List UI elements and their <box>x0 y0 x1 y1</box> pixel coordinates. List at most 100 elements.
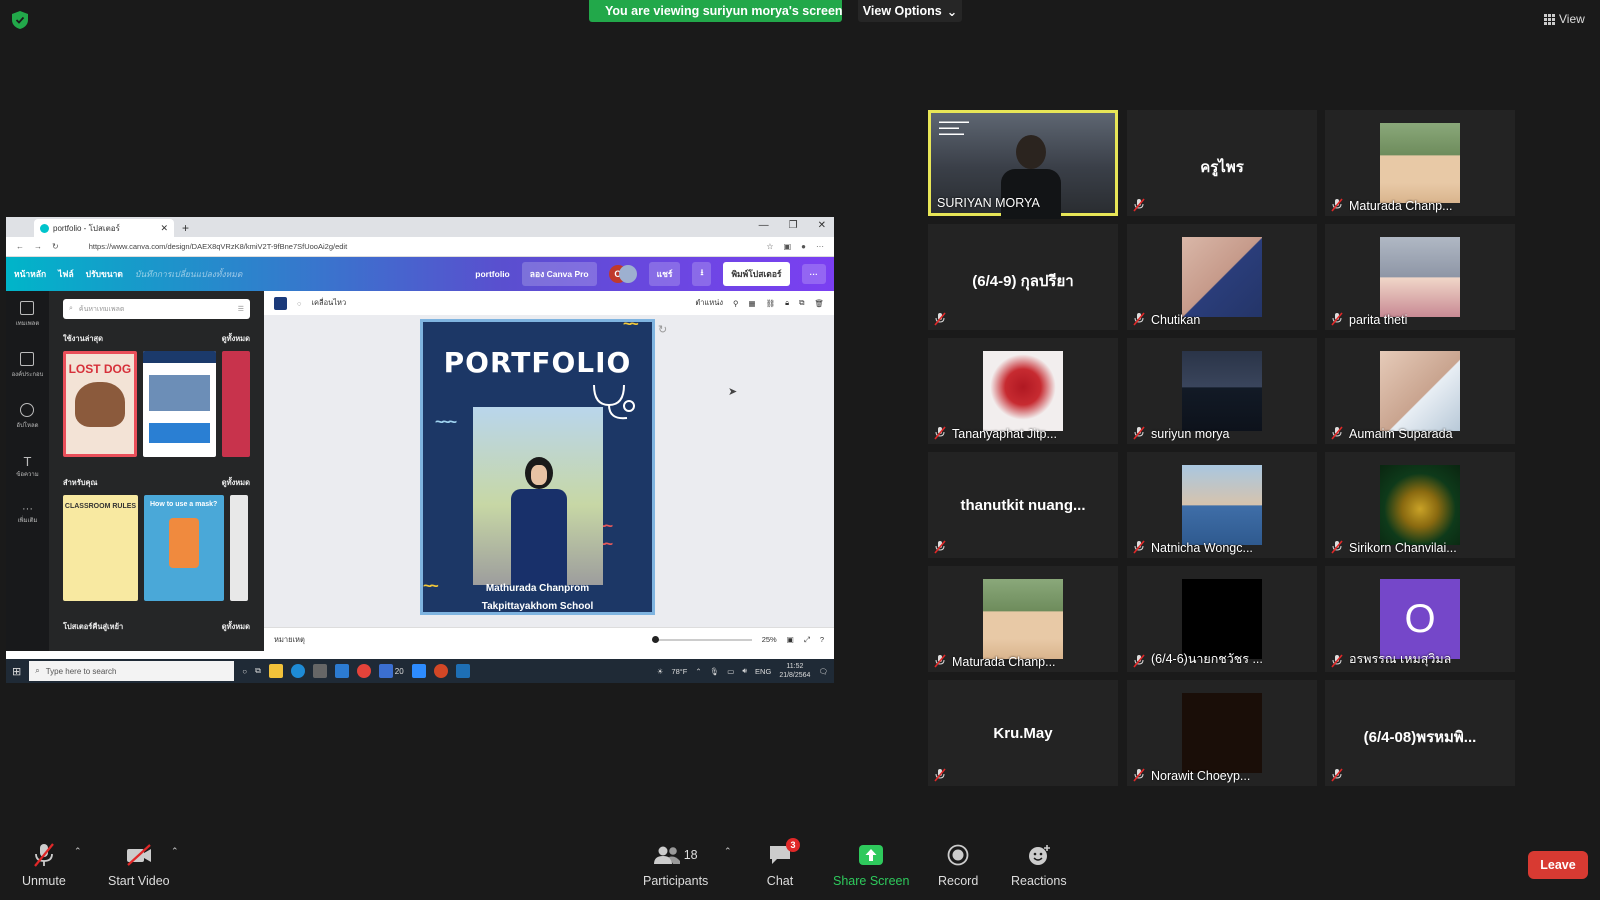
participant-tile[interactable]: Norawit Choeyp... <box>1127 680 1317 786</box>
minimize-icon[interactable]: — <box>759 220 769 231</box>
zoom-level[interactable]: 25% <box>762 635 777 644</box>
photos-icon[interactable] <box>455 664 470 678</box>
template-document[interactable] <box>142 351 217 457</box>
edge-icon[interactable] <box>290 664 305 678</box>
delete-icon[interactable]: 🗑︎ <box>814 299 824 308</box>
cortana-icon[interactable]: ○ <box>242 667 247 676</box>
back-icon[interactable]: ← <box>16 242 24 251</box>
download-icon[interactable]: ⭳ <box>692 262 712 286</box>
help-icon[interactable]: ? <box>820 635 824 644</box>
share-screen-button[interactable]: Share Screen <box>833 842 909 888</box>
collaborator-avatar-2[interactable] <box>618 265 637 283</box>
view-options-button[interactable]: View Options ⌄ <box>858 0 962 22</box>
canva-nav-file[interactable]: ไฟล์ <box>58 267 74 281</box>
paint-format-icon[interactable]: ⚲ <box>733 299 739 308</box>
canva-pro-button[interactable]: ลอง Canva Pro <box>521 262 597 286</box>
maximize-icon[interactable]: ❐ <box>789 220 798 231</box>
notes-button[interactable]: หมายเหตุ <box>274 634 305 646</box>
collections-icon[interactable]: ▣ <box>784 242 792 251</box>
participant-tile[interactable]: (6/4-08)พรหมพิ... <box>1325 680 1515 786</box>
forward-icon[interactable]: → <box>34 242 42 251</box>
participant-tile[interactable]: Tananyaphat Jitp... <box>928 338 1118 444</box>
participants-button[interactable]: 18 Participants <box>643 842 708 888</box>
canva-nav-home[interactable]: หน้าหลัก <box>14 267 46 281</box>
section-recent-see-all[interactable]: ดูทั้งหมด <box>222 333 250 345</box>
participant-tile[interactable]: suriyun morya <box>1127 338 1317 444</box>
canva-canvas-area[interactable]: PORTFOLIO ~~~ ~~ ~~~~~~ ~~ Mathurada Cha… <box>264 315 834 651</box>
zoom-app-icon[interactable] <box>411 664 426 678</box>
portfolio-poster[interactable]: PORTFOLIO ~~~ ~~ ~~~~~~ ~~ Mathurada Cha… <box>420 316 655 615</box>
task-view-icon[interactable]: ⧉ <box>255 666 261 676</box>
leave-button[interactable]: Leave <box>1528 851 1588 879</box>
favorites-icon[interactable]: ☆ <box>766 242 773 251</box>
taskbar-search[interactable]: ⌕ Type here to search <box>29 661 235 681</box>
animate-icon[interactable]: ◌ <box>297 299 301 308</box>
participants-caret-icon[interactable]: ⌃ <box>724 846 732 857</box>
template-classroom-rules[interactable]: CLASSROOM RULES <box>63 495 138 601</box>
calendar-app[interactable]: 20 <box>378 664 404 678</box>
position-button[interactable]: ตำแหน่ง <box>695 297 723 309</box>
more-icon[interactable]: ··· <box>816 242 824 251</box>
participant-tile[interactable]: thanutkit nuang... <box>928 452 1118 558</box>
duplicate-icon[interactable]: ⧉ <box>799 298 804 308</box>
rail-templates[interactable]: เทมเพลต <box>16 301 39 328</box>
start-video-button[interactable]: Start Video <box>108 842 170 888</box>
participant-tile[interactable]: Natnicha Wongc... <box>1127 452 1317 558</box>
canva-more-icon[interactable]: ··· <box>801 264 826 284</box>
rail-text[interactable]: T ข้อความ <box>16 454 38 479</box>
canva-print-button[interactable]: พิมพ์โปสเตอร์ <box>723 262 790 286</box>
file-explorer-icon[interactable] <box>268 664 283 678</box>
color-swatch[interactable] <box>274 296 287 310</box>
view-button[interactable]: View <box>1544 8 1588 30</box>
clock[interactable]: 11:52 21/8/2564 <box>779 662 810 680</box>
powerpoint-icon[interactable] <box>433 664 448 678</box>
mic-tray-icon[interactable]: 🎙︎ <box>710 667 720 676</box>
participant-tile[interactable]: ครูไพร <box>1127 110 1317 216</box>
rail-elements[interactable]: องค์ประกอบ <box>12 352 43 379</box>
canva-design-title[interactable]: portfolio <box>475 269 509 279</box>
template-partial-2[interactable] <box>230 495 248 601</box>
participant-tile[interactable]: (6/4-6)นายกชวัชร ... <box>1127 566 1317 672</box>
participant-tile[interactable]: Kru.May <box>928 680 1118 786</box>
chrome-icon[interactable] <box>356 664 371 678</box>
participant-tile[interactable]: Maturada Chanp... <box>1325 110 1515 216</box>
participant-tile[interactable]: Chutikan <box>1127 224 1317 330</box>
zoom-slider[interactable] <box>651 635 752 643</box>
template-mask[interactable]: How to use a mask? <box>144 495 224 601</box>
student-photo[interactable] <box>473 407 603 585</box>
transparency-icon[interactable]: ▦ <box>748 299 755 308</box>
participant-tile[interactable]: parita theti <box>1325 224 1515 330</box>
rotate-icon[interactable]: ↻ <box>658 323 667 336</box>
template-partial[interactable] <box>222 351 250 457</box>
canva-share-button[interactable]: แชร์ <box>648 262 681 286</box>
close-tab-icon[interactable]: ✕ <box>160 223 168 234</box>
network-icon[interactable]: ▭ <box>727 667 734 676</box>
video-options-caret-icon[interactable]: ⌃ <box>171 846 179 857</box>
reactions-button[interactable]: Reactions <box>1011 842 1067 888</box>
mail-icon[interactable] <box>334 664 349 678</box>
record-button[interactable]: Record <box>938 842 978 888</box>
participant-tile[interactable]: Aumaim Suparada <box>1325 338 1515 444</box>
security-shield-icon[interactable] <box>12 11 28 29</box>
volume-icon[interactable]: 🔊︎ <box>742 666 747 676</box>
notifications-icon[interactable]: 🗨︎ <box>818 667 828 676</box>
fullscreen-icon[interactable]: ⤢ <box>804 635 810 645</box>
unmute-button[interactable]: Unmute <box>22 842 66 888</box>
pages-icon[interactable]: ▣ <box>787 635 794 644</box>
template-lost-dog[interactable]: LOST DOG <box>63 351 137 457</box>
participant-tile[interactable]: O อรพรรณ เหมสุวิมล <box>1325 566 1515 672</box>
close-window-icon[interactable]: ✕ <box>818 220 826 231</box>
new-tab-icon[interactable]: + <box>182 221 189 235</box>
animate-button[interactable]: เคลื่อนไหว <box>311 297 346 309</box>
browser-tab[interactable]: portfolio - โปสเตอร์ ✕ <box>34 219 174 237</box>
language-indicator[interactable]: ENG <box>755 667 771 676</box>
reload-icon[interactable]: ↻ <box>52 242 59 251</box>
chat-button[interactable]: 3 Chat <box>766 838 800 888</box>
audio-options-caret-icon[interactable]: ⌃ <box>74 846 82 857</box>
filter-icon[interactable]: ☰ <box>238 305 244 313</box>
tray-chevron-icon[interactable]: ⌃ <box>695 667 701 676</box>
participant-tile[interactable]: Sirikorn Chanvilai... <box>1325 452 1515 558</box>
rail-uploads[interactable]: อัปโหลด <box>16 403 39 430</box>
address-bar[interactable]: https://www.canva.com/design/DAEX8qVRzK8… <box>89 242 757 251</box>
section-for-you-see-all[interactable]: ดูทั้งหมด <box>222 477 250 489</box>
